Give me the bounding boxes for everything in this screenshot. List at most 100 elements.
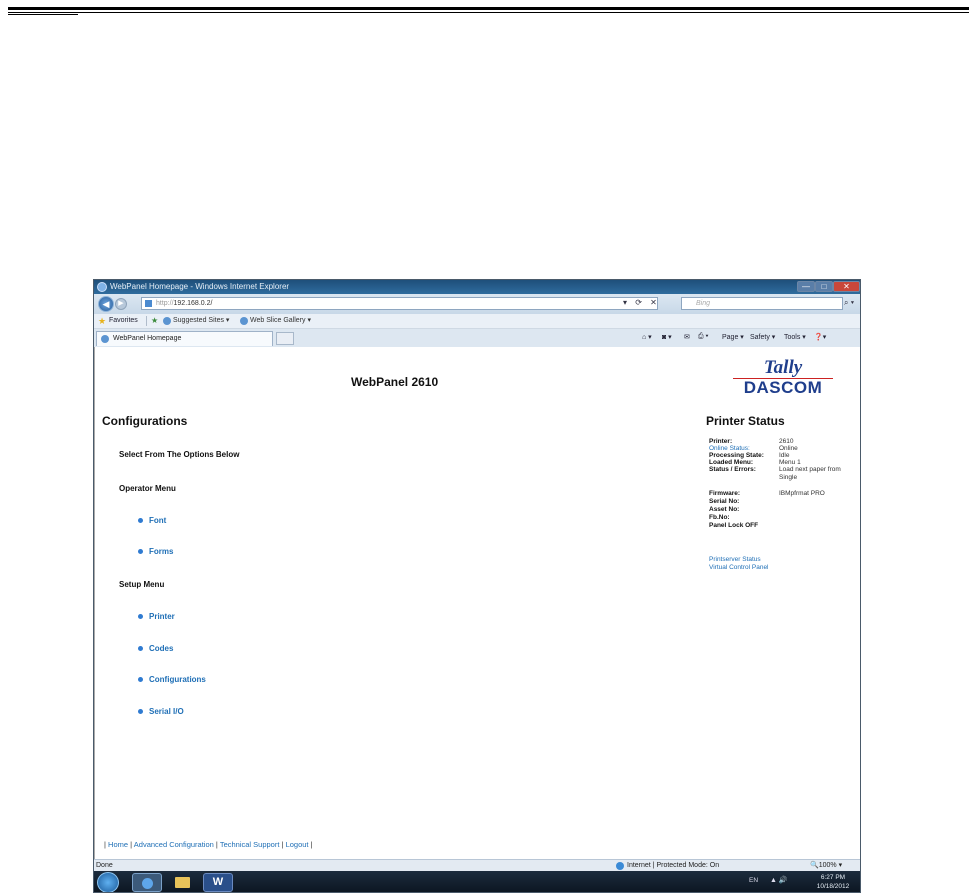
menu-link-serial-io[interactable]: Serial I/O — [138, 707, 184, 716]
clock-time: 6:27 PM — [820, 874, 846, 881]
close-button[interactable]: ✕ — [833, 281, 860, 292]
window-title: WebPanel Homepage - Windows Internet Exp… — [110, 282, 290, 291]
read-mail-icon[interactable]: ✉ — [684, 333, 690, 341]
search-input[interactable]: Bing — [681, 297, 843, 310]
status-online-value: Online — [779, 445, 798, 452]
tab-label: WebPanel Homepage — [113, 335, 182, 342]
favorites-bar: ★ Favorites ★ Suggested Sites ▾ Web Slic… — [94, 314, 860, 329]
printer-status-heading: Printer Status — [706, 414, 785, 428]
status-errors-value-line2: Single — [779, 474, 798, 481]
bullet-icon — [138, 646, 143, 652]
bullet-icon — [138, 614, 143, 620]
url-input[interactable]: http://192.168.0.2/ — [141, 297, 658, 310]
status-firmware-value: IBMpfrmat PRO — [779, 490, 825, 497]
refresh-stop-icons[interactable]: ▾ ⟳ ✕ — [623, 298, 660, 307]
footer-home-link[interactable]: Home — [108, 840, 128, 849]
logo-tally-text: Tally — [763, 357, 803, 378]
select-options-text: Select From The Options Below — [119, 450, 240, 459]
system-clock[interactable]: 6:27 PM 10/18/2012 — [811, 873, 855, 891]
clock-date: 10/18/2012 — [816, 883, 850, 890]
header-rule-thick — [8, 7, 969, 10]
logo-dascom-text: DASCOM — [743, 378, 823, 397]
address-bar: ◀ ▶ http://192.168.0.2/ ▾ ⟳ ✕ Bing ⌕ ▾ — [94, 294, 860, 314]
status-errors-label: Status / Errors: — [709, 466, 756, 473]
taskbar: W EN ▲ 🔊 6:27 PM 10/18/2012 — [94, 871, 860, 892]
status-processing-label: Processing State: — [709, 452, 764, 459]
web-slice-gallery-link[interactable]: Web Slice Gallery ▾ — [250, 314, 311, 328]
bullet-icon — [138, 709, 143, 715]
header-rule-thin — [8, 12, 969, 13]
favorites-star-icon[interactable]: ★ — [98, 314, 106, 328]
menu-link-printer[interactable]: Printer — [138, 612, 175, 621]
page-menu[interactable]: Page ▾ — [722, 333, 744, 341]
browser-window: WebPanel Homepage - Windows Internet Exp… — [93, 279, 861, 893]
status-panel-lock: Panel Lock OFF — [709, 522, 759, 529]
taskbar-ie-button[interactable] — [132, 873, 162, 892]
configurations-heading: Configurations — [102, 414, 188, 428]
search-icon[interactable]: ⌕ ▾ — [844, 298, 854, 308]
header-rule-stub — [8, 14, 78, 15]
operator-menu-label: Operator Menu — [119, 484, 176, 493]
printserver-status-link[interactable]: Printserver Status — [709, 556, 761, 563]
status-asset-label: Asset No: — [709, 506, 740, 513]
status-printer-value: 2610 — [779, 438, 794, 445]
web-slice-icon — [240, 317, 248, 325]
page-content: WebPanel 2610 Tally DASCOM Configuration… — [94, 347, 860, 859]
menu-link-font[interactable]: Font — [138, 516, 166, 525]
status-loaded-menu-value: Menu 1 — [779, 459, 801, 466]
favorites-button[interactable]: Favorites — [109, 314, 138, 328]
ie-logo-icon — [97, 282, 107, 292]
back-button[interactable]: ◀ — [98, 296, 114, 312]
menu-link-configurations[interactable]: Configurations — [138, 675, 206, 684]
favorites-divider — [146, 316, 147, 326]
tab-webpanel-homepage[interactable]: WebPanel Homepage — [96, 331, 273, 346]
suggested-sites-icon — [163, 317, 171, 325]
bullet-icon — [138, 518, 143, 524]
tab-page-icon — [101, 335, 109, 343]
safety-menu[interactable]: Safety ▾ — [750, 333, 775, 341]
status-online-link[interactable]: Online Status: — [709, 445, 750, 452]
status-errors-value-line1: Load next paper from — [779, 466, 841, 473]
globe-icon — [616, 862, 624, 870]
menu-link-forms[interactable]: Forms — [138, 547, 173, 556]
help-menu[interactable]: ❓▾ — [814, 333, 826, 341]
status-fb-label: Fb.No: — [709, 514, 730, 521]
bullet-icon — [138, 549, 143, 555]
home-icon[interactable]: ⌂ ▾ — [642, 333, 652, 341]
footer-nav: | Home | Advanced Configuration | Techni… — [104, 840, 313, 849]
taskbar-word-button[interactable]: W — [203, 873, 233, 892]
page-icon — [145, 300, 152, 307]
footer-logout-link[interactable]: Logout — [286, 840, 309, 849]
title-bar: WebPanel Homepage - Windows Internet Exp… — [94, 280, 860, 294]
setup-menu-label: Setup Menu — [119, 580, 165, 589]
minimize-button[interactable]: — — [797, 281, 815, 292]
menu-link-codes[interactable]: Codes — [138, 644, 173, 653]
logo-rule — [733, 378, 833, 379]
status-firmware-label: Firmware: — [709, 490, 741, 497]
feeds-icon[interactable]: ◙ ▾ — [662, 333, 672, 341]
suggested-sites-link[interactable]: Suggested Sites ▾ — [173, 314, 229, 328]
new-tab-button[interactable] — [276, 332, 294, 345]
bullet-icon — [138, 677, 143, 683]
footer-support-link[interactable]: Technical Support — [220, 840, 280, 849]
maximize-button[interactable]: □ — [815, 281, 833, 292]
status-serial-label: Serial No: — [709, 498, 740, 505]
tray-icons[interactable]: ▲ 🔊 — [770, 876, 788, 884]
url-prefix: http:// — [156, 300, 174, 307]
page-title: WebPanel 2610 — [351, 375, 439, 389]
taskbar-explorer-button[interactable] — [168, 873, 198, 892]
forward-button[interactable]: ▶ — [115, 298, 127, 310]
tab-bar: WebPanel Homepage ⌂ ▾ ◙ ▾ ✉ ⎙ ▾ Page ▾ S… — [94, 329, 860, 348]
footer-advanced-link[interactable]: Advanced Configuration — [134, 840, 214, 849]
print-icon[interactable]: ⎙ ▾ — [698, 333, 709, 341]
start-button[interactable] — [97, 872, 119, 892]
status-printer-label: Printer: — [709, 438, 733, 445]
status-loaded-menu-label: Loaded Menu: — [709, 459, 754, 466]
url-text: 192.168.0.2/ — [173, 300, 213, 307]
virtual-control-panel-link[interactable]: Virtual Control Panel — [709, 564, 769, 571]
tally-dascom-logo: Tally DASCOM — [729, 357, 837, 401]
status-processing-value: Idle — [779, 452, 790, 459]
add-favorite-icon[interactable]: ★ — [151, 314, 158, 328]
language-indicator[interactable]: EN — [749, 877, 758, 884]
tools-menu[interactable]: Tools ▾ — [784, 333, 806, 341]
